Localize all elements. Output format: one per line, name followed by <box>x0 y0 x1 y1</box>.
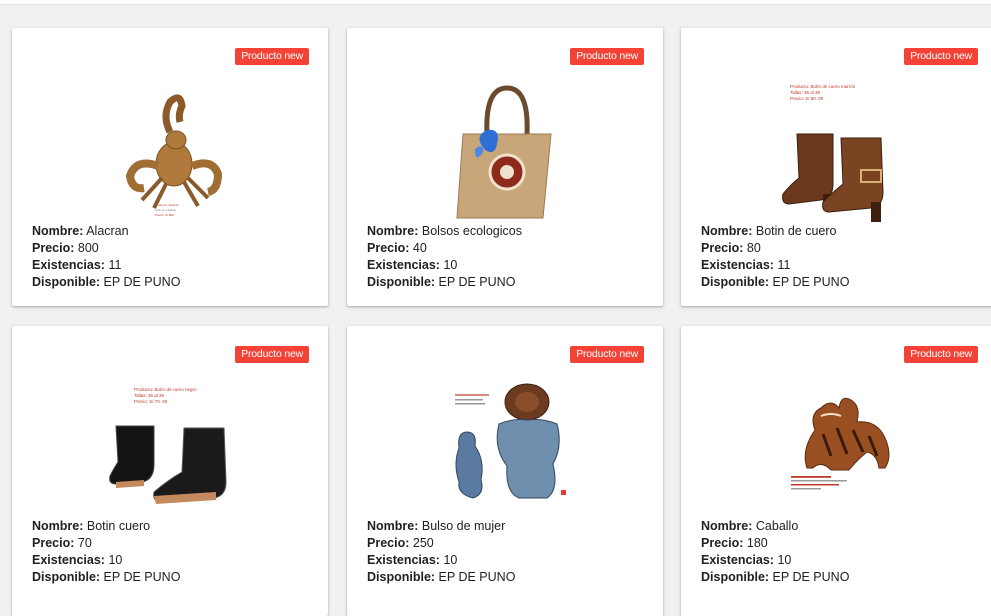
nombre-label: Nombre: <box>367 519 419 533</box>
existencias-label: Existencias: <box>701 258 774 272</box>
new-product-badge: Producto new <box>570 346 644 363</box>
product-image-caballo <box>681 364 991 532</box>
svg-text:Producto: Alacrán: Producto: Alacrán <box>155 203 179 207</box>
disponible-value: EP DE PUNO <box>772 275 850 289</box>
precio-value: 250 <box>412 536 434 550</box>
disponible-label: Disponible: <box>701 275 770 289</box>
existencias-label: Existencias: <box>32 553 105 567</box>
nombre-value: Bulso de mujer <box>421 519 506 533</box>
product-card[interactable]: Producto new Nombre: Bolsos ecologicos P… <box>347 28 663 306</box>
new-product-badge: Producto new <box>570 48 644 65</box>
nombre-label: Nombre: <box>367 224 419 238</box>
nombre-label: Nombre: <box>701 519 753 533</box>
product-card[interactable]: Producto new Nombre: Caballo Precio: 180… <box>681 326 991 616</box>
svg-text:Arte en madera: Arte en madera <box>155 208 176 212</box>
svg-text:Precio: S/ 800: Precio: S/ 800 <box>155 213 174 217</box>
product-image-bulso-de-mujer <box>347 364 663 532</box>
disponible-label: Disponible: <box>701 570 770 584</box>
existencias-value: 11 <box>777 258 791 272</box>
existencias-label: Existencias: <box>701 553 774 567</box>
precio-label: Precio: <box>32 536 75 550</box>
nombre-label: Nombre: <box>32 224 84 238</box>
precio-value: 70 <box>77 536 92 550</box>
product-image-alacran: Producto: Alacrán Arte en madera Precio:… <box>12 66 328 234</box>
precio-value: 180 <box>746 536 768 550</box>
disponible-label: Disponible: <box>32 570 101 584</box>
disponible-value: EP DE PUNO <box>103 570 181 584</box>
existencias-label: Existencias: <box>367 258 440 272</box>
precio-label: Precio: <box>367 241 410 255</box>
product-card[interactable]: Producto new Producto: Botín de cuero ma… <box>681 28 991 306</box>
disponible-value: EP DE PUNO <box>438 570 516 584</box>
product-card[interactable]: Producto new Producto: Botín de cuero ne… <box>12 326 328 616</box>
product-image-botin-cuero: Producto: Botín de cuero negro Tallas: 3… <box>12 364 328 532</box>
top-divider <box>0 0 991 5</box>
existencias-label: Existencias: <box>32 258 105 272</box>
precio-label: Precio: <box>701 536 744 550</box>
existencias-label: Existencias: <box>367 553 440 567</box>
new-product-badge: Producto new <box>235 48 309 65</box>
precio-label: Precio: <box>32 241 75 255</box>
nombre-value: Alacran <box>86 224 129 238</box>
existencias-value: 10 <box>443 258 458 272</box>
nombre-value: Bolsos ecologicos <box>421 224 522 238</box>
disponible-label: Disponible: <box>32 275 101 289</box>
disponible-value: EP DE PUNO <box>772 570 850 584</box>
product-image-botin-de-cuero: Producto: Botín de cuero marrón Tallas: … <box>681 66 991 234</box>
nombre-value: Botin cuero <box>86 519 151 533</box>
existencias-value: 11 <box>108 258 122 272</box>
new-product-badge: Producto new <box>235 346 309 363</box>
existencias-value: 10 <box>777 553 792 567</box>
new-product-badge: Producto new <box>904 48 978 65</box>
product-card[interactable]: Producto new Nombre: Bulso de mujer Prec… <box>347 326 663 616</box>
nombre-value: Botin de cuero <box>755 224 837 238</box>
disponible-value: EP DE PUNO <box>103 275 181 289</box>
nombre-value: Caballo <box>755 519 799 533</box>
precio-value: 40 <box>412 241 427 255</box>
nombre-label: Nombre: <box>32 519 84 533</box>
precio-value: 800 <box>77 241 99 255</box>
disponible-value: EP DE PUNO <box>438 275 516 289</box>
product-card[interactable]: Producto new Producto: Alacrán Arte en m… <box>12 28 328 306</box>
existencias-value: 10 <box>108 553 123 567</box>
existencias-value: 10 <box>443 553 458 567</box>
precio-label: Precio: <box>701 241 744 255</box>
precio-value: 80 <box>746 241 761 255</box>
disponible-label: Disponible: <box>367 275 436 289</box>
product-image-bolsos <box>347 66 663 234</box>
disponible-label: Disponible: <box>367 570 436 584</box>
precio-label: Precio: <box>367 536 410 550</box>
nombre-label: Nombre: <box>701 224 753 238</box>
new-product-badge: Producto new <box>904 346 978 363</box>
